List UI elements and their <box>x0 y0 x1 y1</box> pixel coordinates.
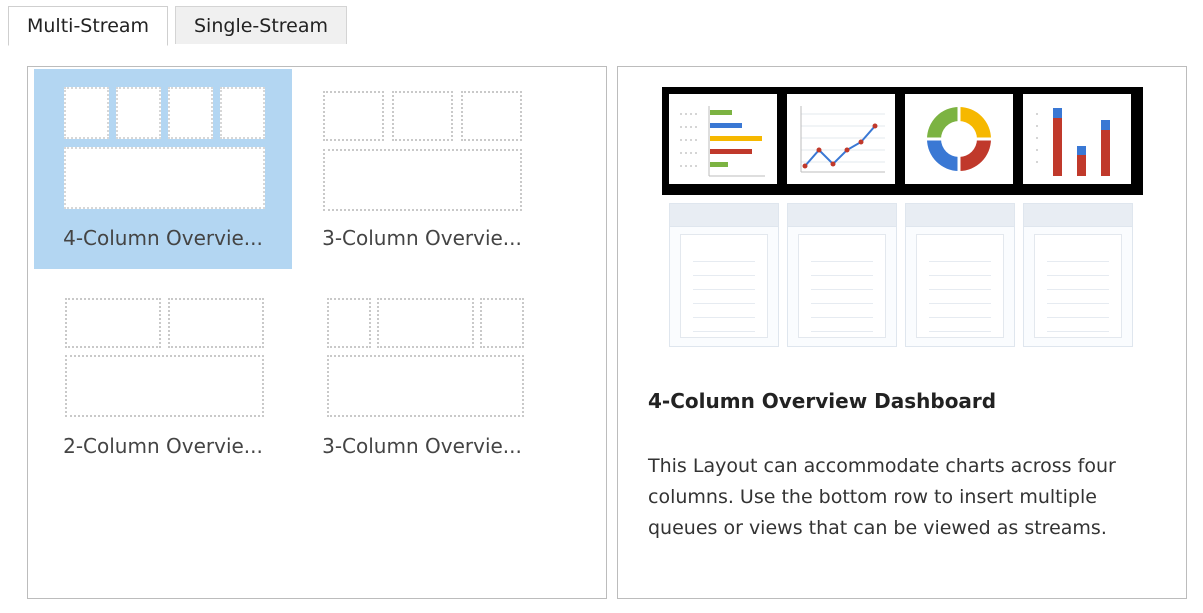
preview-stream-column <box>905 203 1015 347</box>
bar-chart-icon <box>669 94 777 184</box>
layout-tile-3-column-variant[interactable]: 3-Column Overvie... <box>293 281 551 481</box>
layout-title: 4-Column Overview Dashboard <box>648 389 997 413</box>
column-chart-icon <box>1023 94 1131 184</box>
layout-cell <box>220 87 265 139</box>
layout-description: This Layout can accommodate charts acros… <box>648 455 1116 539</box>
layout-cell <box>327 355 524 417</box>
layout-cell <box>392 91 453 141</box>
layout-cell <box>65 298 161 348</box>
layout-label: 3-Column Overvie... <box>322 434 522 458</box>
layout-cell <box>64 147 265 209</box>
layout-label: 4-Column Overvie... <box>63 226 263 250</box>
layout-cell <box>116 87 161 139</box>
layout-cell <box>168 298 264 348</box>
preview-stream-column <box>787 203 897 347</box>
layout-list: 4-Column Overvie... 3-Column Overvie... … <box>27 66 607 599</box>
preview-stream-column <box>1023 203 1133 347</box>
layout-cell <box>480 298 524 348</box>
layout-cell <box>168 87 213 139</box>
layout-details: 4-Column Overview Dashboard This Layout … <box>617 66 1187 599</box>
tab-multi-stream[interactable]: Multi-Stream <box>8 6 169 46</box>
layout-cell <box>327 298 371 348</box>
layout-cell <box>323 91 384 141</box>
line-chart-icon <box>787 94 895 184</box>
layout-preview <box>662 87 1143 347</box>
layout-cell <box>64 87 109 139</box>
tab-bar: Multi-Stream Single-Stream <box>8 6 1188 46</box>
layout-cell <box>323 149 522 211</box>
layout-cell <box>461 91 522 141</box>
layout-label: 2-Column Overvie... <box>63 434 263 458</box>
preview-chart-strip <box>662 87 1143 195</box>
layout-cell <box>65 355 264 417</box>
tab-single-stream[interactable]: Single-Stream <box>175 6 348 44</box>
layout-label: 3-Column Overvie... <box>322 226 522 250</box>
preview-stream-column <box>669 203 779 347</box>
layout-cell <box>377 298 474 348</box>
donut-chart-icon <box>905 94 1013 184</box>
layout-tile-3-column[interactable]: 3-Column Overvie... <box>293 69 551 269</box>
layout-tile-4-column[interactable]: 4-Column Overvie... <box>34 69 292 269</box>
layout-tile-2-column[interactable]: 2-Column Overvie... <box>34 281 292 481</box>
